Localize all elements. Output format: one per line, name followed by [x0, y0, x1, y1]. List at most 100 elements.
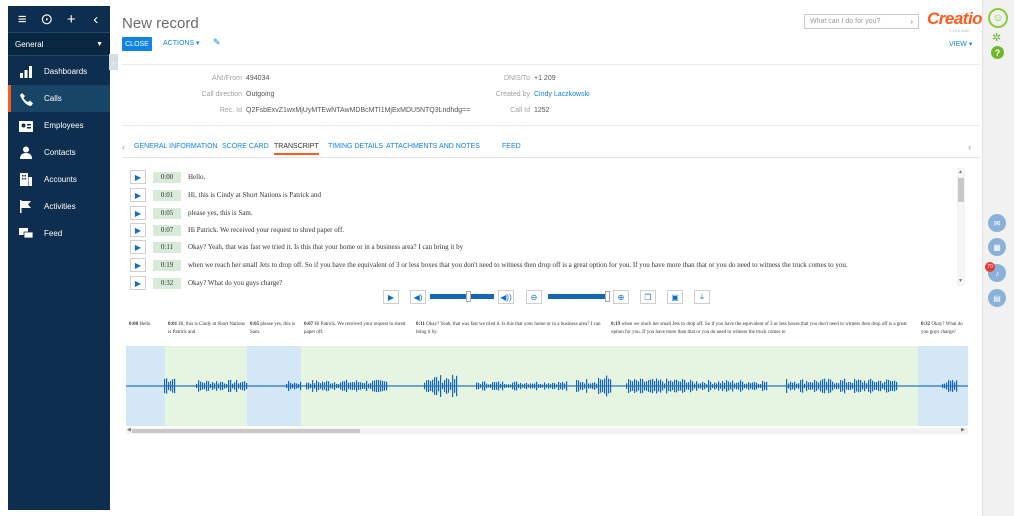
zoom-in-icon[interactable]: ⊕	[613, 290, 629, 304]
waveform-bar	[834, 383, 836, 389]
tab-feed[interactable]: FEED	[502, 143, 521, 150]
nav-item-accounts[interactable]: Accounts	[8, 166, 110, 193]
command-search[interactable]: What can I do for you? ›	[804, 14, 919, 29]
chat-bubbles-icon[interactable]: ▦	[988, 238, 1006, 256]
gear-icon[interactable]: ✲	[992, 31, 1001, 44]
timestamp[interactable]: 0:07	[153, 224, 181, 236]
field-label: Call Id	[510, 107, 530, 114]
created-by-link[interactable]: Cindy Laczkowski	[534, 91, 590, 98]
scroll-up-icon[interactable]: ▲	[958, 169, 963, 175]
zoom-slider[interactable]	[548, 291, 610, 302]
nav-item-contacts[interactable]: Contacts	[8, 139, 110, 166]
tab-bar: ‹ GENERAL INFORMATION SCORE CARD TRANSCR…	[122, 138, 980, 158]
play-icon[interactable]: ▶	[130, 276, 146, 290]
play-icon[interactable]: ▶	[130, 170, 146, 184]
scroll-down-icon[interactable]: ▼	[958, 278, 963, 284]
waveform-bar	[600, 379, 602, 393]
play-circle-icon[interactable]: ⊙	[37, 10, 57, 28]
nav-item-activities[interactable]: Activities	[8, 193, 110, 220]
waveform-bar	[426, 380, 428, 392]
field-value[interactable]: 1252	[534, 107, 550, 114]
waveform-bar	[960, 385, 962, 387]
timestamp[interactable]: 0:01	[153, 189, 181, 201]
chevron-left-icon[interactable]: ‹	[86, 11, 106, 28]
scrollbar-thumb[interactable]	[958, 178, 964, 202]
zoom-out-icon[interactable]: ⊖	[526, 290, 542, 304]
waveform-panel[interactable]: 0:00 Hello 0:01 Hi, this is Cindy at Sho…	[126, 316, 968, 426]
nav-item-dashboards[interactable]: Dashboards	[8, 58, 110, 85]
transcript-scrollbar[interactable]: ▲ ▼	[957, 168, 965, 286]
download-icon[interactable]: ⤓	[694, 290, 710, 304]
mail-icon[interactable]: ✉	[988, 214, 1006, 232]
menu-icon[interactable]: ≡	[12, 11, 32, 28]
waveform-bar	[578, 380, 580, 392]
waveform-bar	[724, 382, 726, 390]
nav-item-feed[interactable]: Feed	[8, 220, 110, 247]
waveform-bar	[702, 381, 704, 391]
scroll-left-icon[interactable]: ◀	[127, 427, 131, 433]
transcript-line: ▶ 0:01 Hi, this is Cindy at Short Nation…	[130, 188, 321, 202]
scrollbar-thumb[interactable]	[132, 429, 360, 433]
help-icon[interactable]: ?	[991, 46, 1004, 59]
slider-handle[interactable]	[604, 291, 610, 302]
actions-menu-button[interactable]: ACTIONS ▾	[163, 39, 200, 47]
waveform-bar	[464, 385, 466, 387]
close-button[interactable]: CLOSE	[122, 37, 152, 51]
waveform-bar	[652, 378, 654, 394]
pin-icon[interactable]: ✎	[213, 37, 221, 48]
timestamp[interactable]: 0:32	[153, 277, 181, 289]
view-menu-button[interactable]: VIEW ▾	[949, 40, 972, 48]
play-icon[interactable]: ▶	[383, 290, 399, 304]
tab-general-information[interactable]: GENERAL INFORMATION	[134, 143, 218, 150]
field-value[interactable]: +1 209	[534, 75, 556, 82]
timestamp[interactable]: 0:05	[153, 207, 181, 219]
scroll-right-icon[interactable]: ▶	[961, 427, 965, 433]
waveform-bar	[518, 384, 520, 388]
waveform-bar	[312, 380, 314, 392]
tab-timing-details[interactable]: TIMING DETAILS	[328, 143, 383, 150]
waveform-bar	[140, 385, 142, 387]
waveform-bar	[358, 382, 360, 390]
play-icon[interactable]: ▶	[130, 188, 146, 202]
timestamp[interactable]: 0:00	[153, 171, 181, 183]
waveform-bar	[436, 376, 438, 396]
play-icon[interactable]: ▶	[130, 258, 146, 272]
collapse-panel-button[interactable]: ›	[109, 54, 118, 70]
waveform-bar	[176, 385, 178, 387]
waveform-scrollbar[interactable]: ◀ ▶	[126, 427, 968, 434]
tab-attachments-and-notes[interactable]: ATTACHMENTS AND NOTES	[386, 143, 480, 150]
play-icon[interactable]: ▶	[130, 240, 146, 254]
timestamp[interactable]: 0:11	[153, 241, 181, 253]
waveform-bar	[730, 382, 732, 390]
waveform-bar	[592, 382, 594, 390]
slider-handle[interactable]	[466, 291, 472, 302]
save-icon[interactable]: ▣	[667, 290, 683, 304]
nav-item-employees[interactable]: Employees	[8, 112, 110, 139]
play-icon[interactable]: ▶	[130, 206, 146, 220]
waveform-bar	[736, 382, 738, 390]
volume-slider[interactable]	[430, 291, 494, 302]
tab-score-card[interactable]: SCORE CARD	[222, 143, 269, 150]
waveform-bar	[162, 385, 164, 387]
field-value[interactable]: 494034	[246, 75, 269, 82]
waveform-bar	[368, 383, 370, 389]
timestamp[interactable]: 0:19	[153, 259, 181, 271]
chevron-right-icon[interactable]: ›	[968, 142, 971, 152]
waveform-bar	[502, 381, 504, 391]
plus-icon[interactable]: +	[61, 11, 81, 28]
waveform-bar	[342, 381, 344, 391]
field-value[interactable]: Outgoing	[246, 91, 274, 98]
workplace-selector[interactable]: General ▼	[8, 32, 110, 56]
waveform-bar	[260, 385, 262, 387]
play-icon[interactable]: ▶	[130, 223, 146, 237]
volume-down-icon[interactable]: ◀)	[410, 290, 426, 304]
copy-icon[interactable]: ❐	[640, 290, 656, 304]
tab-transcript[interactable]: TRANSCRIPT	[274, 143, 319, 155]
user-icon[interactable]: ☺	[988, 8, 1008, 28]
volume-up-icon[interactable]: ◀))	[498, 290, 514, 304]
waveform-bar	[242, 381, 244, 391]
chevron-left-icon[interactable]: ‹	[122, 142, 125, 152]
nav-item-calls[interactable]: Calls	[8, 85, 110, 112]
waveform-bar	[890, 381, 892, 391]
waveform-bar	[852, 383, 854, 389]
